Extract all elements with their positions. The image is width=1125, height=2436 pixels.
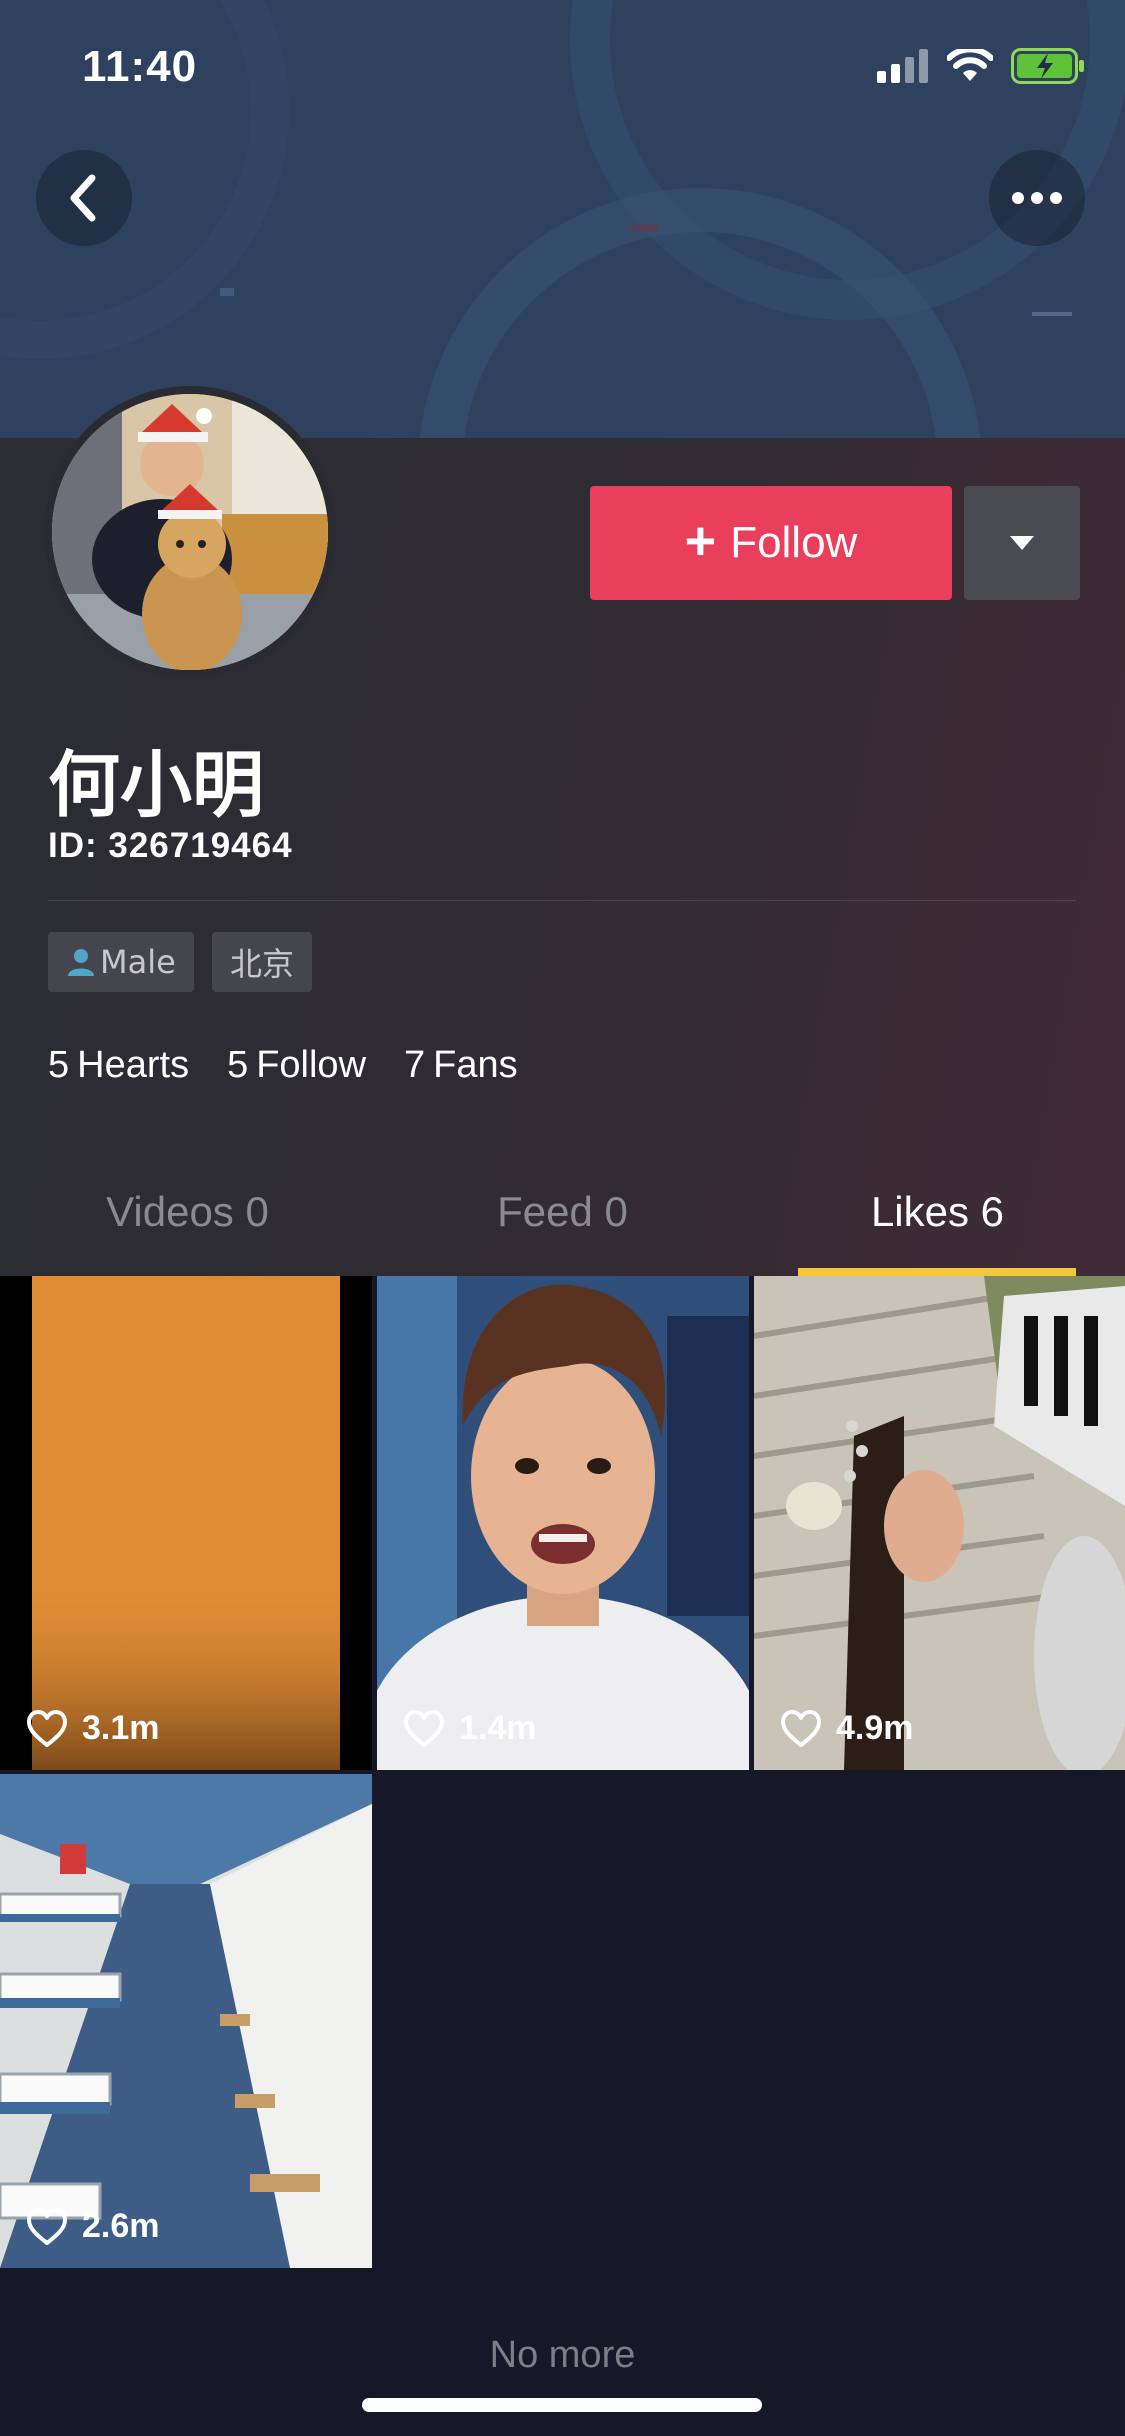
- heart-outline-icon: [404, 1709, 444, 1747]
- heart-outline-icon: [27, 1709, 67, 1747]
- city-label: 北京: [230, 945, 295, 983]
- cellular-signal-icon: [877, 49, 928, 83]
- more-options-button[interactable]: [989, 150, 1085, 246]
- avatar[interactable]: [52, 394, 328, 670]
- gender-tag: Male: [48, 932, 194, 992]
- tab-videos[interactable]: Videos 0: [0, 1180, 375, 1276]
- stat-follow-label: Follow: [256, 1044, 367, 1086]
- status-time: 11:40: [82, 42, 198, 91]
- divider: [48, 900, 1076, 901]
- thumbnail-image: [0, 1774, 372, 2268]
- likes-count: 2.6m: [26, 2207, 160, 2246]
- video-thumbnail[interactable]: 3.1m: [0, 1276, 372, 1770]
- thumbnail-image: [0, 1276, 372, 1770]
- no-more-label: No more: [489, 2334, 636, 2376]
- heart-outline-icon: [27, 2207, 67, 2245]
- profile-tabs: Videos 0 Feed 0 Likes 6: [0, 1180, 1125, 1276]
- video-thumbnail[interactable]: 1.4m: [377, 1276, 749, 1770]
- stat-hearts-label: Hearts: [77, 1044, 190, 1086]
- likes-count: 3.1m: [26, 1709, 160, 1748]
- avatar-photo: [52, 394, 328, 670]
- stat-hearts[interactable]: 5 Hearts: [48, 1044, 189, 1087]
- more-dots-icon: [1012, 192, 1062, 204]
- heart-outline-icon: [781, 1709, 821, 1747]
- active-tab-indicator: [798, 1268, 1076, 1276]
- stat-follow-value: 5: [227, 1044, 249, 1086]
- likes-count-text: 4.9m: [836, 1709, 914, 1747]
- plus-icon: +: [684, 511, 717, 571]
- follow-label: Follow: [730, 518, 858, 567]
- caret-down-icon: [1010, 536, 1034, 550]
- person-icon: [68, 949, 94, 976]
- wifi-icon: [947, 49, 993, 81]
- back-button[interactable]: [36, 150, 132, 246]
- stat-follow[interactable]: 5 Follow: [227, 1044, 366, 1087]
- likes-count: 4.9m: [780, 1709, 914, 1748]
- battery-charging-icon: [1011, 48, 1084, 84]
- video-thumbnail[interactable]: 4.9m: [754, 1276, 1125, 1770]
- stat-hearts-value: 5: [48, 1044, 70, 1086]
- avatar-frame: [44, 386, 336, 678]
- status-bar: 11:40: [0, 0, 1125, 135]
- profile-id: ID: 326719464: [48, 826, 293, 865]
- stat-fans[interactable]: 7 Fans: [404, 1044, 518, 1087]
- chevron-left-icon: [70, 174, 96, 222]
- follow-button[interactable]: + Follow: [590, 486, 952, 600]
- likes-count: 1.4m: [403, 1709, 537, 1748]
- tab-likes[interactable]: Likes 6: [750, 1180, 1125, 1276]
- profile-name: 何小明: [48, 743, 265, 827]
- status-icons: [877, 48, 1085, 84]
- recommend-dropdown-button[interactable]: [964, 486, 1080, 600]
- video-thumbnail[interactable]: 2.6m: [0, 1774, 372, 2268]
- gender-label: Male: [100, 943, 176, 981]
- stat-fans-value: 7: [404, 1044, 426, 1086]
- city-tag: 北京: [212, 932, 313, 992]
- tab-feed[interactable]: Feed 0: [375, 1180, 750, 1276]
- likes-count-text: 1.4m: [459, 1709, 537, 1747]
- likes-count-text: 3.1m: [82, 1709, 160, 1747]
- thumbnail-image: [754, 1276, 1125, 1770]
- home-indicator[interactable]: [362, 2398, 762, 2412]
- stat-fans-label: Fans: [433, 1044, 518, 1086]
- profile-stats: 5 Hearts 5 Follow 7 Fans: [48, 1044, 518, 1087]
- likes-count-text: 2.6m: [82, 2207, 160, 2245]
- thumbnail-image: [377, 1276, 749, 1770]
